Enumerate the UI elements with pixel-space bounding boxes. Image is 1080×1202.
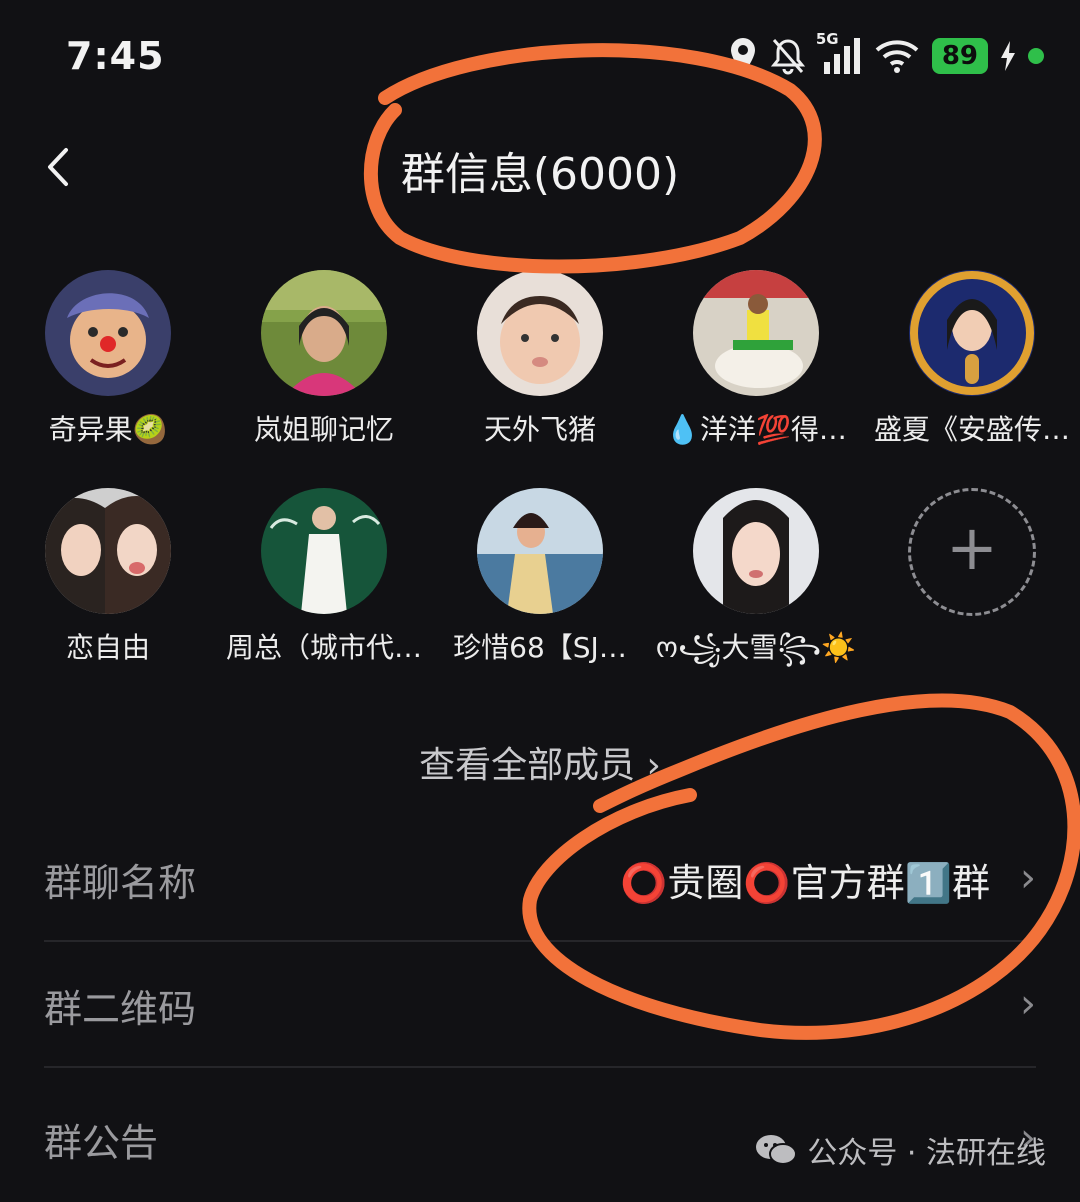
- row-label: 群聊名称: [44, 861, 197, 905]
- member-name: 盛夏《安盛传…: [873, 413, 1070, 446]
- charging-icon: [1001, 41, 1015, 71]
- member-name: 奇异果🥝: [48, 413, 168, 446]
- chevron-right-icon: ›: [1020, 855, 1036, 901]
- battery-indicator: 89: [931, 38, 988, 74]
- member-name: 恋自由: [65, 631, 150, 664]
- status-time: 7:45: [66, 34, 165, 78]
- watermark-text: 公众号 · 法研在线: [807, 1136, 1046, 1171]
- avatar: [693, 488, 819, 614]
- avatar: [261, 488, 387, 614]
- member-item[interactable]: 恋自由: [0, 488, 216, 666]
- cellular-signal-icon: 5G: [816, 30, 862, 76]
- member-item[interactable]: 奇异果🥝: [0, 270, 216, 448]
- avatar: [261, 270, 387, 396]
- member-name: 珍惜68【SJ…: [453, 631, 627, 664]
- avatar: [45, 488, 171, 614]
- member-item[interactable]: ო꧁大雪꧂☀️: [648, 488, 864, 683]
- group-qrcode-row[interactable]: 群二维码 ›: [44, 944, 1036, 1068]
- group-name-row[interactable]: 群聊名称 ⭕贵圈⭕官方群1️⃣群 ›: [44, 818, 1036, 942]
- member-name: 💧洋洋💯得…: [665, 413, 847, 446]
- bell-muted-icon: [770, 39, 805, 75]
- member-name: 周总（城市代…: [225, 631, 422, 664]
- add-member-circle[interactable]: +: [908, 488, 1036, 616]
- chevron-right-icon: ›: [1020, 981, 1036, 1027]
- nav-bar: 群信息(6000): [0, 120, 1080, 210]
- member-item[interactable]: 天外飞猪: [432, 270, 648, 448]
- member-item[interactable]: 周总（城市代…: [216, 488, 432, 666]
- divider: [44, 940, 1036, 942]
- member-name: ო꧁大雪꧂☀️: [655, 631, 857, 664]
- status-icons: 5G 89: [728, 30, 1044, 78]
- divider: [44, 1066, 1036, 1068]
- location-icon: [730, 38, 755, 74]
- row-label: 群公告: [44, 1121, 159, 1165]
- avatar: [45, 270, 171, 396]
- wechat-icon: [756, 1135, 798, 1165]
- plus-icon: +: [946, 511, 998, 584]
- status-bar: 7:45 5G 89: [0, 0, 1080, 110]
- avatar: [693, 270, 819, 396]
- privacy-indicator-dot: [1028, 48, 1044, 64]
- member-name: 天外飞猪: [483, 413, 596, 446]
- watermark: 公众号 · 法研在线: [755, 1128, 1046, 1172]
- member-name: 岚姐聊记忆: [253, 413, 394, 446]
- avatar: [477, 488, 603, 614]
- page-title: 群信息(6000): [400, 149, 680, 200]
- member-item[interactable]: 珍惜68【SJ…: [432, 488, 648, 666]
- avatar: [477, 270, 603, 396]
- wifi-icon: [875, 40, 919, 73]
- avatar: [909, 270, 1035, 396]
- row-label: 群二维码: [44, 987, 197, 1031]
- member-item[interactable]: 岚姐聊记忆: [216, 270, 432, 448]
- group-name-value: ⭕贵圈⭕官方群1️⃣群: [620, 861, 990, 905]
- member-item[interactable]: 💧洋洋💯得…: [648, 270, 864, 448]
- add-member-button[interactable]: +: [864, 488, 1080, 616]
- view-all-members-link[interactable]: 查看全部成员 ›: [0, 736, 1080, 788]
- member-item[interactable]: 盛夏《安盛传…: [864, 270, 1080, 448]
